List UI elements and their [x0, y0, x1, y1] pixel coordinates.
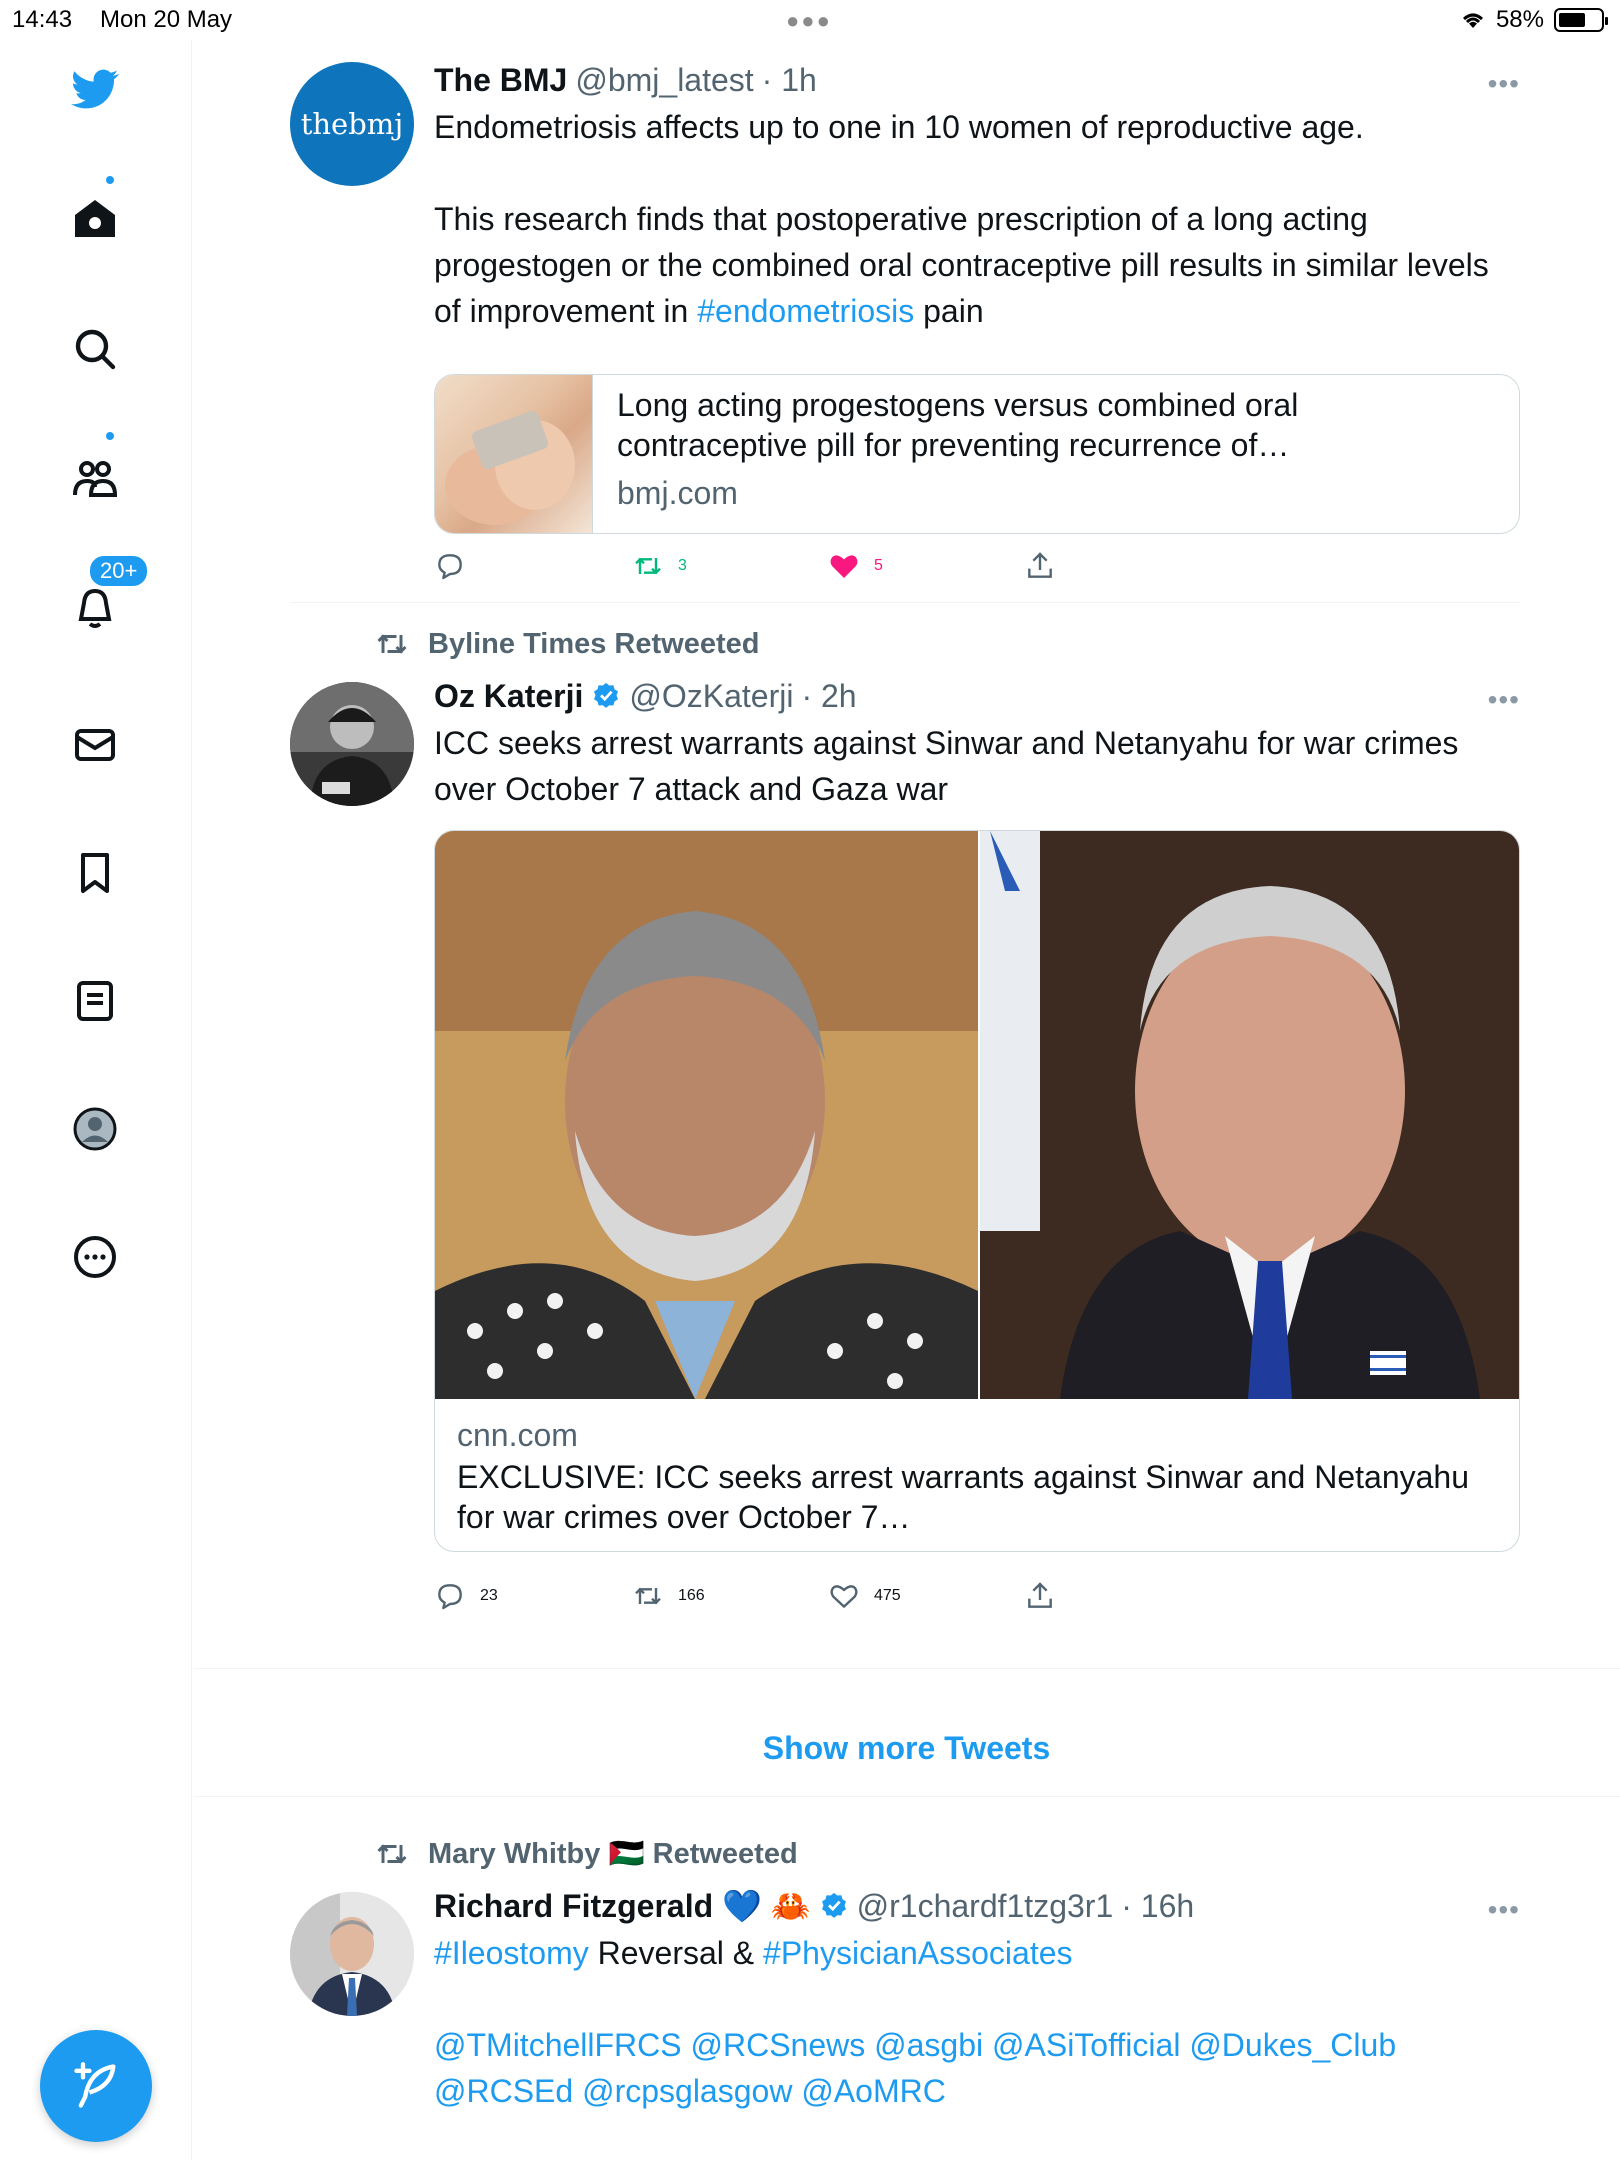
card-image-right — [980, 831, 1519, 1399]
retweet-button[interactable]: 166 — [632, 1580, 705, 1612]
retweet-count: 3 — [678, 557, 687, 574]
retweet-context: Byline Times Retweeted — [374, 626, 759, 662]
retweet-context-icon — [377, 1844, 407, 1864]
hashtag-link[interactable]: #endometriosis — [697, 293, 914, 329]
hashtag-link[interactable]: #PhysicianAssociates — [763, 1935, 1072, 1971]
author-name[interactable]: Richard Fitzgerald 💙 🦀 — [434, 1886, 811, 1926]
card-domain: bmj.com — [617, 475, 738, 511]
tweet-richard-fitzgerald[interactable]: Mary Whitby 🇵🇸 Retweeted Richard Fitzger… — [290, 1836, 1520, 2156]
retweet-icon — [635, 557, 661, 575]
tweet-time[interactable]: · 1h — [762, 60, 817, 100]
tweet-time[interactable]: · 2h — [801, 676, 856, 716]
share-button[interactable] — [1024, 550, 1056, 582]
more-options-icon[interactable] — [66, 1228, 124, 1286]
heart-filled-icon — [830, 555, 858, 578]
card-thumbnail — [435, 375, 593, 533]
reply-button[interactable]: 23 — [434, 1580, 498, 1612]
mentions-line2[interactable]: @RCSEd @rcpsglasgow @AoMRC — [434, 2068, 1520, 2114]
tweet-text-line1: #Ileostomy Reversal & #PhysicianAssociat… — [434, 1930, 1520, 1976]
compose-feather-icon — [74, 2062, 116, 2108]
search-icon[interactable] — [66, 320, 124, 378]
profile-avatar-icon[interactable] — [66, 1100, 124, 1158]
retweet-context-icon — [377, 634, 407, 654]
author-handle[interactable]: @r1chardf1tzg3r1 — [857, 1886, 1114, 1926]
author-handle[interactable]: @OzKaterji — [629, 676, 793, 716]
tweet-more-icon[interactable]: ••• — [1488, 1894, 1520, 1926]
link-card[interactable]: Long acting progestogens versus combined… — [434, 374, 1520, 534]
mentions-line1[interactable]: @TMitchellFRCS @RCSnews @asgbi @ASiToffi… — [434, 2022, 1520, 2068]
communities-icon[interactable] — [66, 450, 124, 508]
share-icon — [1028, 1582, 1052, 1608]
show-more-tweets-button[interactable]: Show more Tweets — [193, 1730, 1620, 1767]
tweet-more-icon[interactable]: ••• — [1488, 68, 1520, 100]
retweeted-by-text[interactable]: Byline Times Retweeted — [428, 628, 759, 661]
tweet-more-icon[interactable]: ••• — [1488, 684, 1520, 716]
retweet-count: 166 — [678, 1587, 705, 1604]
tweet-text: #Ileostomy Reversal & #PhysicianAssociat… — [434, 1930, 1520, 2114]
communities-unread-dot — [104, 430, 116, 442]
status-time: 14:43 — [12, 6, 73, 33]
section-divider — [193, 1796, 1620, 1797]
share-icon — [1028, 552, 1052, 578]
author-handle[interactable]: @bmj_latest — [575, 60, 753, 100]
bookmarks-icon[interactable] — [66, 844, 124, 902]
hashtag-link[interactable]: #Ileostomy — [434, 1935, 589, 1971]
tweet-time[interactable]: · 16h — [1121, 1886, 1194, 1926]
battery-percent: 58% — [1495, 6, 1544, 33]
tweet-text: Endometriosis affects up to one in 10 wo… — [434, 104, 1520, 334]
like-count: 5 — [874, 557, 883, 574]
tweet-header: The BMJ @bmj_latest · 1h — [434, 60, 1520, 100]
bmj-logo-text: thebmj — [300, 107, 404, 141]
notification-count-badge: 20+ — [88, 554, 150, 588]
tweet-bmj[interactable]: thebmj The BMJ @bmj_latest · 1h ••• Endo… — [290, 60, 1520, 580]
card-title: Long acting progestogens versus combined… — [617, 387, 1299, 463]
battery-icon — [1554, 8, 1608, 32]
verified-badge-icon — [821, 1892, 846, 1918]
share-button[interactable] — [1024, 1580, 1056, 1612]
status-date: Mon 20 May — [100, 6, 233, 33]
wifi-icon — [1462, 13, 1483, 28]
tweet-divider — [290, 602, 1520, 603]
tweet-oz-katerji[interactable]: Byline Times Retweeted Oz Katerji @OzKat… — [290, 626, 1520, 1646]
tweet-header: Richard Fitzgerald 💙 🦀 @r1chardf1tzg3r1 … — [434, 1886, 1520, 1926]
tweet-text-mid: Reversal & — [588, 1935, 764, 1971]
tweet-text: ICC seeks arrest warrants against Sinwar… — [434, 725, 1459, 807]
retweet-button[interactable]: 3 — [632, 550, 687, 582]
home-icon[interactable] — [66, 190, 124, 248]
like-count: 475 — [874, 1587, 901, 1604]
author-name[interactable]: Oz Katerji — [434, 676, 583, 716]
compose-tweet-button[interactable] — [40, 2030, 152, 2142]
card-domain: cnn.com — [457, 1417, 578, 1453]
tweet-text-p1: Endometriosis affects up to one in 10 wo… — [434, 109, 1364, 145]
lists-icon[interactable] — [66, 972, 124, 1030]
oz-katerji-avatar[interactable] — [290, 682, 414, 806]
like-button[interactable]: 475 — [828, 1580, 901, 1612]
tweet-header: Oz Katerji @OzKaterji · 2h — [434, 676, 1520, 716]
section-divider — [193, 1668, 1620, 1669]
reply-icon — [438, 554, 462, 580]
like-button[interactable]: 5 — [828, 550, 883, 582]
bmj-avatar[interactable]: thebmj — [290, 62, 414, 186]
card-title: EXCLUSIVE: ICC seeks arrest warrants aga… — [457, 1459, 1470, 1535]
card-image-left — [435, 831, 978, 1399]
messages-envelope-icon[interactable] — [66, 716, 124, 774]
heart-outline-icon — [830, 1585, 858, 1608]
sidebar-nav: 20+ — [0, 40, 192, 2160]
home-unread-dot — [104, 174, 116, 186]
tweet-text-p2: This research finds that postoperative p… — [434, 196, 1520, 334]
tweet-text-p2-end: pain — [914, 293, 984, 329]
status-bar: 14:43 Mon 20 May ●●● 58% — [0, 0, 1620, 40]
retweet-context: Mary Whitby 🇵🇸 Retweeted — [374, 1836, 798, 1872]
reply-count: 23 — [480, 1587, 498, 1604]
multitasking-dots-icon[interactable]: ●●● — [786, 8, 832, 34]
author-name[interactable]: The BMJ — [434, 60, 567, 100]
twitter-logo-icon[interactable] — [66, 60, 124, 118]
link-card[interactable]: cnn.com EXCLUSIVE: ICC seeks arrest warr… — [434, 830, 1520, 1552]
verified-badge-icon — [594, 682, 619, 708]
richard-fitzgerald-avatar[interactable] — [290, 1892, 414, 2016]
retweet-icon — [635, 1587, 661, 1605]
retweeted-by-text[interactable]: Mary Whitby 🇵🇸 Retweeted — [428, 1837, 798, 1871]
reply-button[interactable] — [434, 550, 480, 582]
reply-icon — [438, 1584, 462, 1610]
